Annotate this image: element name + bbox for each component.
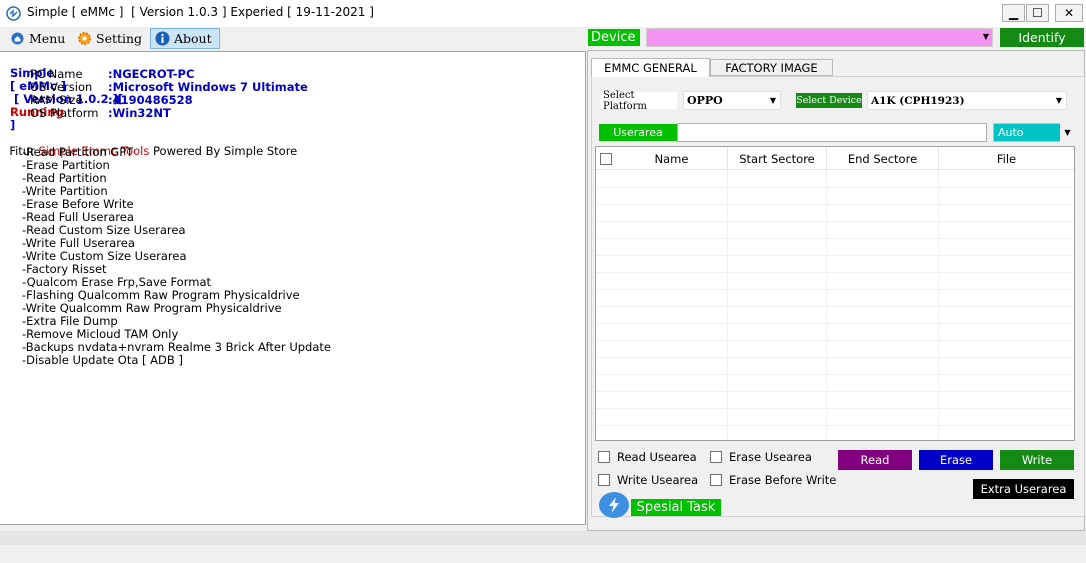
table-header: Name Start Sectore End Sectore File [596,147,1074,170]
device-select[interactable]: ▼ [646,28,993,47]
option-label: Erase Usearea [729,450,812,464]
write-userarea-checkbox[interactable] [598,474,610,486]
menu-label: Menu [29,31,66,46]
column-end-sector[interactable]: End Sectore [827,147,939,170]
info-row-os-platform: OS Platform :Win32NT [0,106,400,120]
list-item: -Erase Partition [22,158,110,172]
lightning-icon[interactable] [599,492,629,518]
list-item: -Write Qualcomm Raw Program Physicaldriv… [22,301,282,315]
tab-factory-image[interactable]: FACTORY IMAGE [710,59,833,76]
chevron-down-icon[interactable]: ▼ [1060,123,1075,142]
chevron-down-icon: ▼ [982,32,989,41]
userarea-label: Userarea [599,124,677,141]
app-logo-icon [6,6,21,21]
about-label: About [174,31,212,46]
select-all-cell [596,147,616,170]
device-label: Device [588,29,640,46]
mode-value: Auto [998,126,1024,139]
column-start-sector[interactable]: Start Sectore [728,147,827,170]
list-item: -Read Full Userarea [22,210,134,224]
minimize-button[interactable]: ▁ [1002,4,1025,22]
spesial-task-button[interactable]: Spesial Task [631,499,721,516]
info-row-os-version: OS Version :Microsoft Windows 7 Ultimate [0,80,400,94]
status-bar [0,531,1086,545]
column-name[interactable]: Name [616,147,728,170]
list-item: -Read Partition GPT [22,145,134,159]
info-label: RAM Size [30,93,83,107]
info-value: :4190486528 [108,93,193,107]
erase-button[interactable]: Erase [919,450,993,470]
list-item: -Remove Micloud TAM Only [22,327,179,341]
platform-value: OPPO [687,94,723,107]
info-icon [155,31,170,46]
write-userarea-option[interactable]: Write Usearea [598,473,698,487]
info-label: OS Platform [30,106,99,120]
model-select[interactable]: A1K (CPH1923) ▼ [867,91,1067,110]
list-item: -Write Partition [22,184,108,198]
close-button[interactable]: ✕ [1055,4,1083,22]
extra-userarea-button[interactable]: Extra Userarea [973,479,1074,499]
platform-select[interactable]: OPPO ▼ [683,91,781,110]
select-platform-label: Select Platform [600,90,677,112]
list-item: -Erase Before Write [22,197,134,211]
list-item: -Backups nvdata+nvram Realme 3 Brick Aft… [22,340,331,354]
list-item: -Read Partition [22,171,107,185]
erase-before-write-option[interactable]: Erase Before Write [710,473,836,487]
read-userarea-checkbox[interactable] [598,451,610,463]
select-device-label: Select Device [796,93,862,108]
info-row-ram-size: RAM Size :4190486528 [0,93,400,107]
list-item: -Write Full Userarea [22,236,135,250]
close-icon: ✕ [1063,6,1075,20]
setting-label: Setting [96,31,143,46]
erase-userarea-option[interactable]: Erase Usearea [710,450,812,464]
tab-emmc-general[interactable]: EMMC GENERAL [591,58,710,77]
header-close: ] [10,118,16,132]
select-all-checkbox[interactable] [600,152,612,165]
list-item: -Disable Update Ota [ ADB ] [22,353,183,367]
chevron-down-icon: ▼ [769,96,776,105]
chevron-down-icon: ▼ [1055,96,1062,105]
minimize-icon: ▁ [1008,6,1019,20]
option-label: Erase Before Write [729,473,837,487]
menu-item-menu[interactable]: Menu [6,28,70,49]
write-button[interactable]: Write [1000,450,1074,470]
info-value: :Win32NT [108,106,171,120]
list-item: -Flashing Qualcomm Raw Program Physicald… [22,288,300,302]
info-row-pc-name: PC Name :NGECROT-PC [0,67,400,81]
read-button[interactable]: Read [838,450,912,470]
erase-userarea-checkbox[interactable] [710,451,722,463]
maximize-icon: ☐ [1032,6,1043,20]
info-label: PC Name [30,67,83,81]
read-userarea-option[interactable]: Read Usearea [598,450,697,464]
option-label: Write Usearea [617,473,699,487]
model-value: A1K (CPH1923) [871,94,965,107]
userarea-input[interactable] [677,123,987,142]
info-value: :NGECROT-PC [108,67,195,81]
list-item: -Qualcom Erase Frp,Save Format [22,275,212,289]
home-icon [10,31,25,46]
list-item: -Read Custom Size Userarea [22,223,186,237]
list-item: -Extra File Dump [22,314,118,328]
info-label: OS Version [30,80,93,94]
menu-item-setting[interactable]: Setting [73,28,147,49]
identify-button[interactable]: Identify [1000,28,1084,47]
list-item: -Factory Risset [22,262,107,276]
info-value: :Microsoft Windows 7 Ultimate [108,80,308,94]
column-file[interactable]: File [939,147,1074,170]
option-label: Read Usearea [617,450,697,464]
feature-list: -Read Partition GPT -Erase Partition -Re… [0,145,580,375]
partition-table[interactable]: Name Start Sectore End Sectore File [595,146,1075,441]
window-title: Simple [ eMMc ] [ Version 1.0.3 ] Experi… [27,5,374,19]
list-item: -Write Custom Size Userarea [22,249,187,263]
erase-before-write-checkbox[interactable] [710,474,722,486]
menu-item-about[interactable]: About [150,28,220,49]
gear-icon [77,31,92,46]
maximize-button[interactable]: ☐ [1026,4,1049,22]
